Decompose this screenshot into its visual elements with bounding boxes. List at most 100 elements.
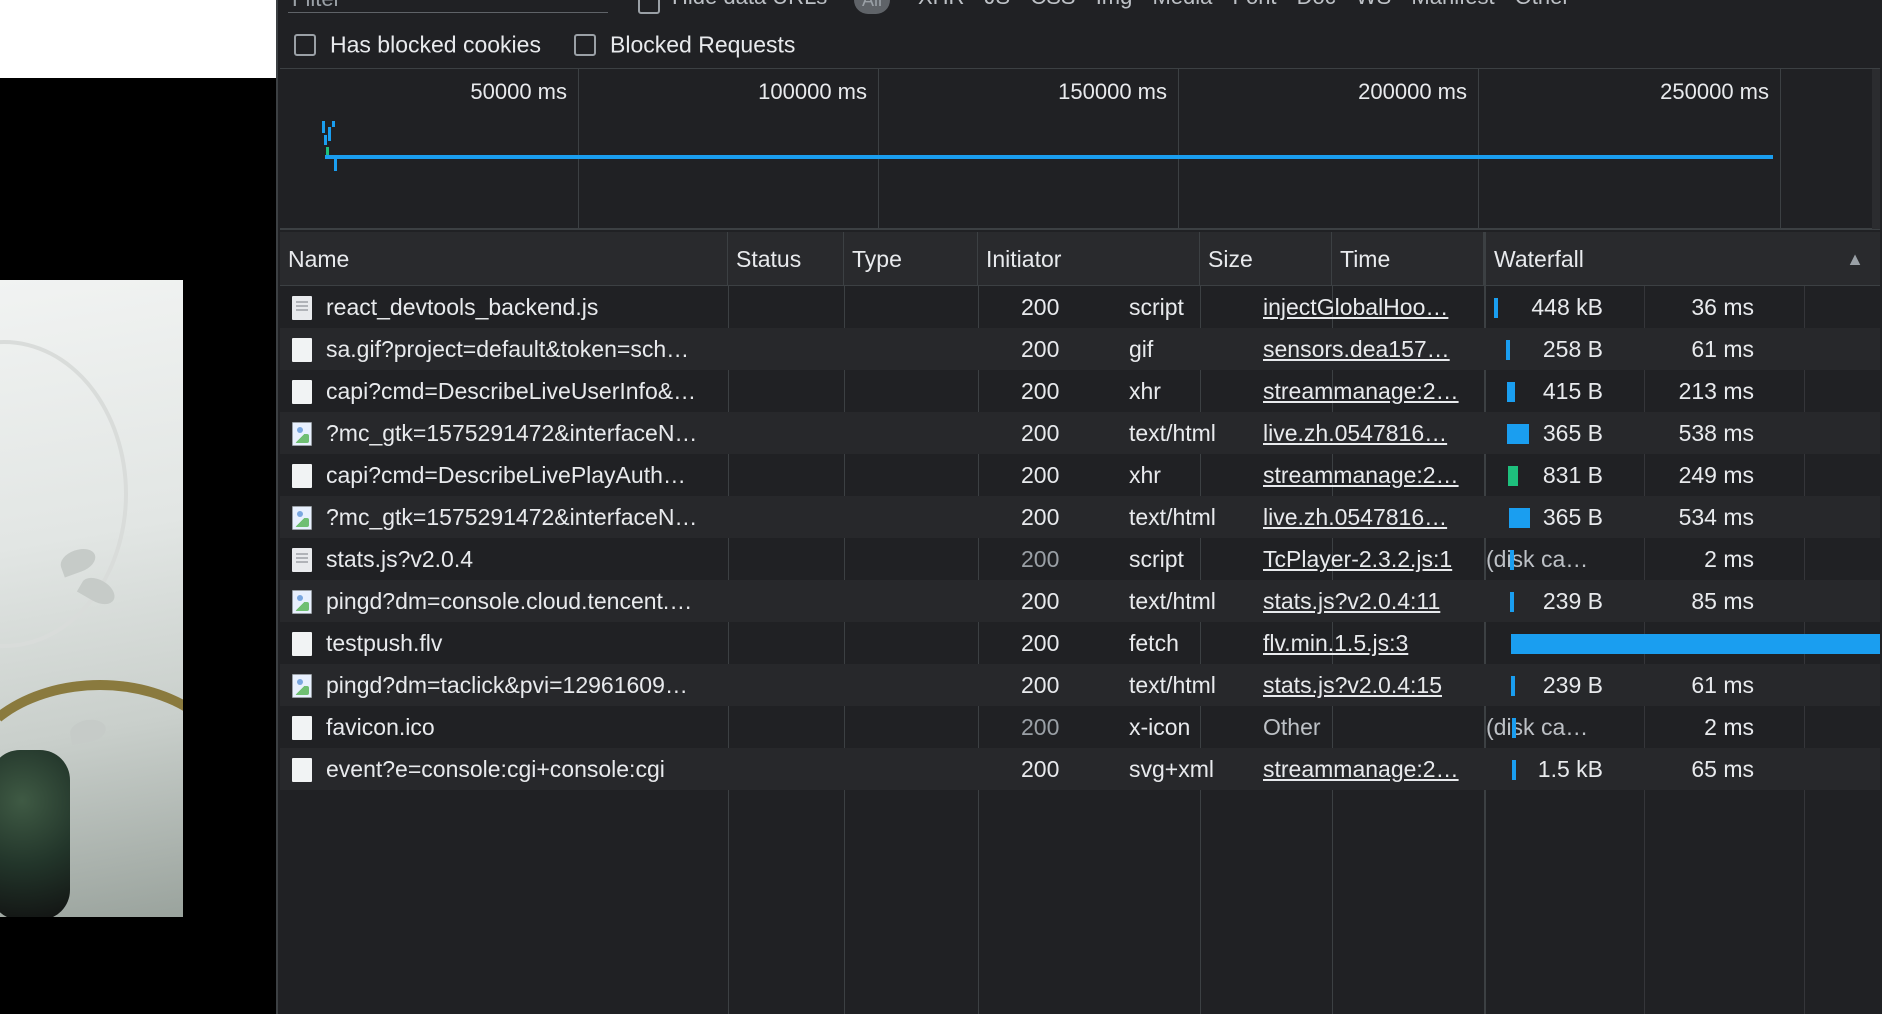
has-blocked-cookies-label: Has blocked cookies bbox=[330, 31, 541, 58]
request-status: 200 bbox=[1021, 378, 1060, 404]
devtools-network-panel: Filter Hide data URLs All XHR JS CSS Img… bbox=[276, 0, 1882, 1014]
request-time: 534 ms bbox=[1678, 504, 1754, 530]
column-header-waterfall-label: Waterfall bbox=[1494, 246, 1584, 272]
request-type: xhr bbox=[1129, 378, 1161, 404]
waterfall-bar bbox=[1511, 718, 1516, 738]
overview-tick-label: 100000 ms bbox=[758, 79, 867, 104]
request-type: x-icon bbox=[1129, 714, 1191, 740]
overview-request-mark bbox=[322, 121, 325, 133]
table-header: Name Status Type Initiator Size Time Wat… bbox=[280, 232, 1880, 286]
waterfall-bar bbox=[1510, 592, 1515, 612]
request-size: 258 B bbox=[1542, 336, 1603, 362]
request-time: 249 ms bbox=[1678, 462, 1754, 488]
table-row[interactable]: react_devtools_backend.js 200 script inject… bbox=[280, 286, 1880, 328]
blocked-requests-checkbox[interactable] bbox=[574, 33, 596, 56]
request-status: 200 bbox=[1021, 630, 1060, 656]
overview-request-mark bbox=[332, 121, 335, 127]
overview-tick-label: 200000 ms bbox=[1358, 79, 1467, 104]
type-filter-all[interactable]: All bbox=[854, 0, 890, 14]
request-status: 200 bbox=[1021, 336, 1060, 362]
request-name[interactable]: event?e=console:cgi+console:cgi bbox=[288, 748, 728, 790]
request-time: 538 ms bbox=[1678, 420, 1754, 446]
filter-options-row: Has blocked cookies Blocked Requests bbox=[278, 26, 1882, 60]
column-header-name[interactable]: Name bbox=[280, 232, 728, 286]
blocked-requests-option[interactable]: Blocked Requests bbox=[574, 30, 795, 58]
table-row[interactable]: capi?cmd=DescribeLiveUserInfo&… 200 xhr str… bbox=[280, 370, 1880, 412]
waterfall-bar bbox=[1507, 424, 1529, 444]
video-player-frame[interactable] bbox=[0, 280, 183, 917]
hide-data-urls-checkbox[interactable] bbox=[638, 0, 660, 14]
request-status: 200 bbox=[1021, 672, 1060, 698]
request-name[interactable]: ?mc_gtk=1575291472&interfaceN… bbox=[288, 496, 728, 538]
request-name[interactable]: pingd?dm=console.cloud.tencent.… bbox=[288, 580, 728, 622]
column-header-type[interactable]: Type bbox=[844, 232, 978, 286]
request-name[interactable]: testpush.flv bbox=[288, 622, 728, 664]
request-name[interactable]: ?mc_gtk=1575291472&interfaceN… bbox=[288, 412, 728, 454]
overview-gridline bbox=[1478, 69, 1479, 229]
request-initiator[interactable]: live.zh.0547816… bbox=[1263, 412, 1471, 454]
request-name[interactable]: react_devtools_backend.js bbox=[288, 286, 728, 328]
hide-data-urls-label: Hide data URLs bbox=[672, 0, 827, 10]
request-initiator[interactable]: TcPlayer-2.3.2.js:1 bbox=[1263, 538, 1471, 580]
waterfall-bar bbox=[1509, 550, 1514, 570]
request-time: 2 ms bbox=[1704, 714, 1754, 740]
request-type: xhr bbox=[1129, 462, 1161, 488]
table-row[interactable]: pingd?dm=console.cloud.tencent.… 200 text/… bbox=[280, 580, 1880, 622]
column-header-size[interactable]: Size bbox=[1200, 232, 1332, 286]
request-initiator[interactable]: flv.min.1.5.js:3 bbox=[1263, 622, 1471, 664]
column-header-waterfall[interactable]: Waterfall ▲ bbox=[1484, 232, 1880, 286]
request-size: (disk ca… bbox=[1486, 546, 1589, 572]
request-size: 831 B bbox=[1542, 462, 1603, 488]
request-initiator[interactable]: streammanage:2… bbox=[1263, 370, 1471, 412]
table-row[interactable]: testpush.flv200fetchflv.min.1.5.js:385.8… bbox=[280, 622, 1880, 664]
table-row[interactable]: event?e=console:cgi+console:cgi 200 svg+xm… bbox=[280, 748, 1880, 790]
has-blocked-cookies-checkbox[interactable] bbox=[294, 33, 316, 56]
filter-toolbar: Filter Hide data URLs All XHR JS CSS Img… bbox=[278, 0, 1882, 14]
table-row[interactable]: favicon.ico 200 x-icon Other (disk ca… 2 ms bbox=[280, 706, 1880, 748]
table-row[interactable]: ?mc_gtk=1575291472&interfaceN… 200 text/ht… bbox=[280, 412, 1880, 454]
request-rows: react_devtools_backend.js 200 script inject… bbox=[280, 286, 1880, 790]
type-filter-list[interactable]: XHR JS CSS Img Media Font Doc WS Manifes… bbox=[918, 0, 1570, 10]
column-header-status[interactable]: Status bbox=[728, 232, 844, 286]
request-name[interactable]: sa.gif?project=default&token=sch… bbox=[288, 328, 728, 370]
request-name[interactable]: stats.js?v2.0.4 bbox=[288, 538, 728, 580]
request-initiator[interactable]: sensors.dea157… bbox=[1263, 328, 1471, 370]
table-row[interactable]: pingd?dm=taclick&pvi=12961609… 200 text/ht… bbox=[280, 664, 1880, 706]
request-type: text/html bbox=[1129, 588, 1216, 614]
request-type: script bbox=[1129, 294, 1184, 320]
has-blocked-cookies-option[interactable]: Has blocked cookies bbox=[294, 30, 541, 58]
request-initiator[interactable]: live.zh.0547816… bbox=[1263, 496, 1471, 538]
request-time: 85 ms bbox=[1691, 588, 1754, 614]
overview-tick-label: 50000 ms bbox=[470, 79, 567, 104]
figurine-image bbox=[0, 750, 70, 917]
request-size: 1.5 kB bbox=[1537, 756, 1603, 782]
request-initiator[interactable]: streammanage:2… bbox=[1263, 748, 1471, 790]
overview-timeline[interactable]: 50000 ms 100000 ms 150000 ms 200000 ms 2… bbox=[280, 68, 1880, 230]
request-time: 36 ms bbox=[1691, 294, 1754, 320]
overview-scrollbar[interactable] bbox=[1872, 69, 1880, 229]
request-initiator[interactable]: injectGlobalHoo… bbox=[1263, 286, 1471, 328]
request-initiator[interactable]: streammanage:2… bbox=[1263, 454, 1471, 496]
waterfall-bar bbox=[1506, 382, 1515, 402]
column-header-initiator[interactable]: Initiator bbox=[978, 232, 1200, 286]
request-size: 415 B bbox=[1542, 378, 1603, 404]
column-header-time[interactable]: Time bbox=[1332, 232, 1484, 286]
table-row[interactable]: sa.gif?project=default&token=sch… 200 gif s… bbox=[280, 328, 1880, 370]
page-header-strip bbox=[0, 0, 276, 78]
waterfall-bar bbox=[1512, 760, 1517, 780]
overview-gridline bbox=[578, 69, 579, 229]
inspected-page-area bbox=[0, 0, 276, 1014]
request-type: text/html bbox=[1129, 420, 1216, 446]
filter-input[interactable]: Filter bbox=[288, 0, 608, 13]
request-name[interactable]: capi?cmd=DescribeLiveUserInfo&… bbox=[288, 370, 728, 412]
request-name[interactable]: pingd?dm=taclick&pvi=12961609… bbox=[288, 664, 728, 706]
request-type: text/html bbox=[1129, 672, 1216, 698]
request-initiator[interactable]: stats.js?v2.0.4:15 bbox=[1263, 664, 1471, 706]
table-row[interactable]: stats.js?v2.0.4 200 script TcPlayer-2.3.2.j… bbox=[280, 538, 1880, 580]
request-size: 239 B bbox=[1542, 672, 1603, 698]
request-name[interactable]: capi?cmd=DescribeLivePlayAuth… bbox=[288, 454, 728, 496]
request-name[interactable]: favicon.ico bbox=[288, 706, 728, 748]
table-row[interactable]: capi?cmd=DescribeLivePlayAuth… 200 xhr stre… bbox=[280, 454, 1880, 496]
request-initiator[interactable]: stats.js?v2.0.4:11 bbox=[1263, 580, 1471, 622]
table-row[interactable]: ?mc_gtk=1575291472&interfaceN… 200 text/ht… bbox=[280, 496, 1880, 538]
